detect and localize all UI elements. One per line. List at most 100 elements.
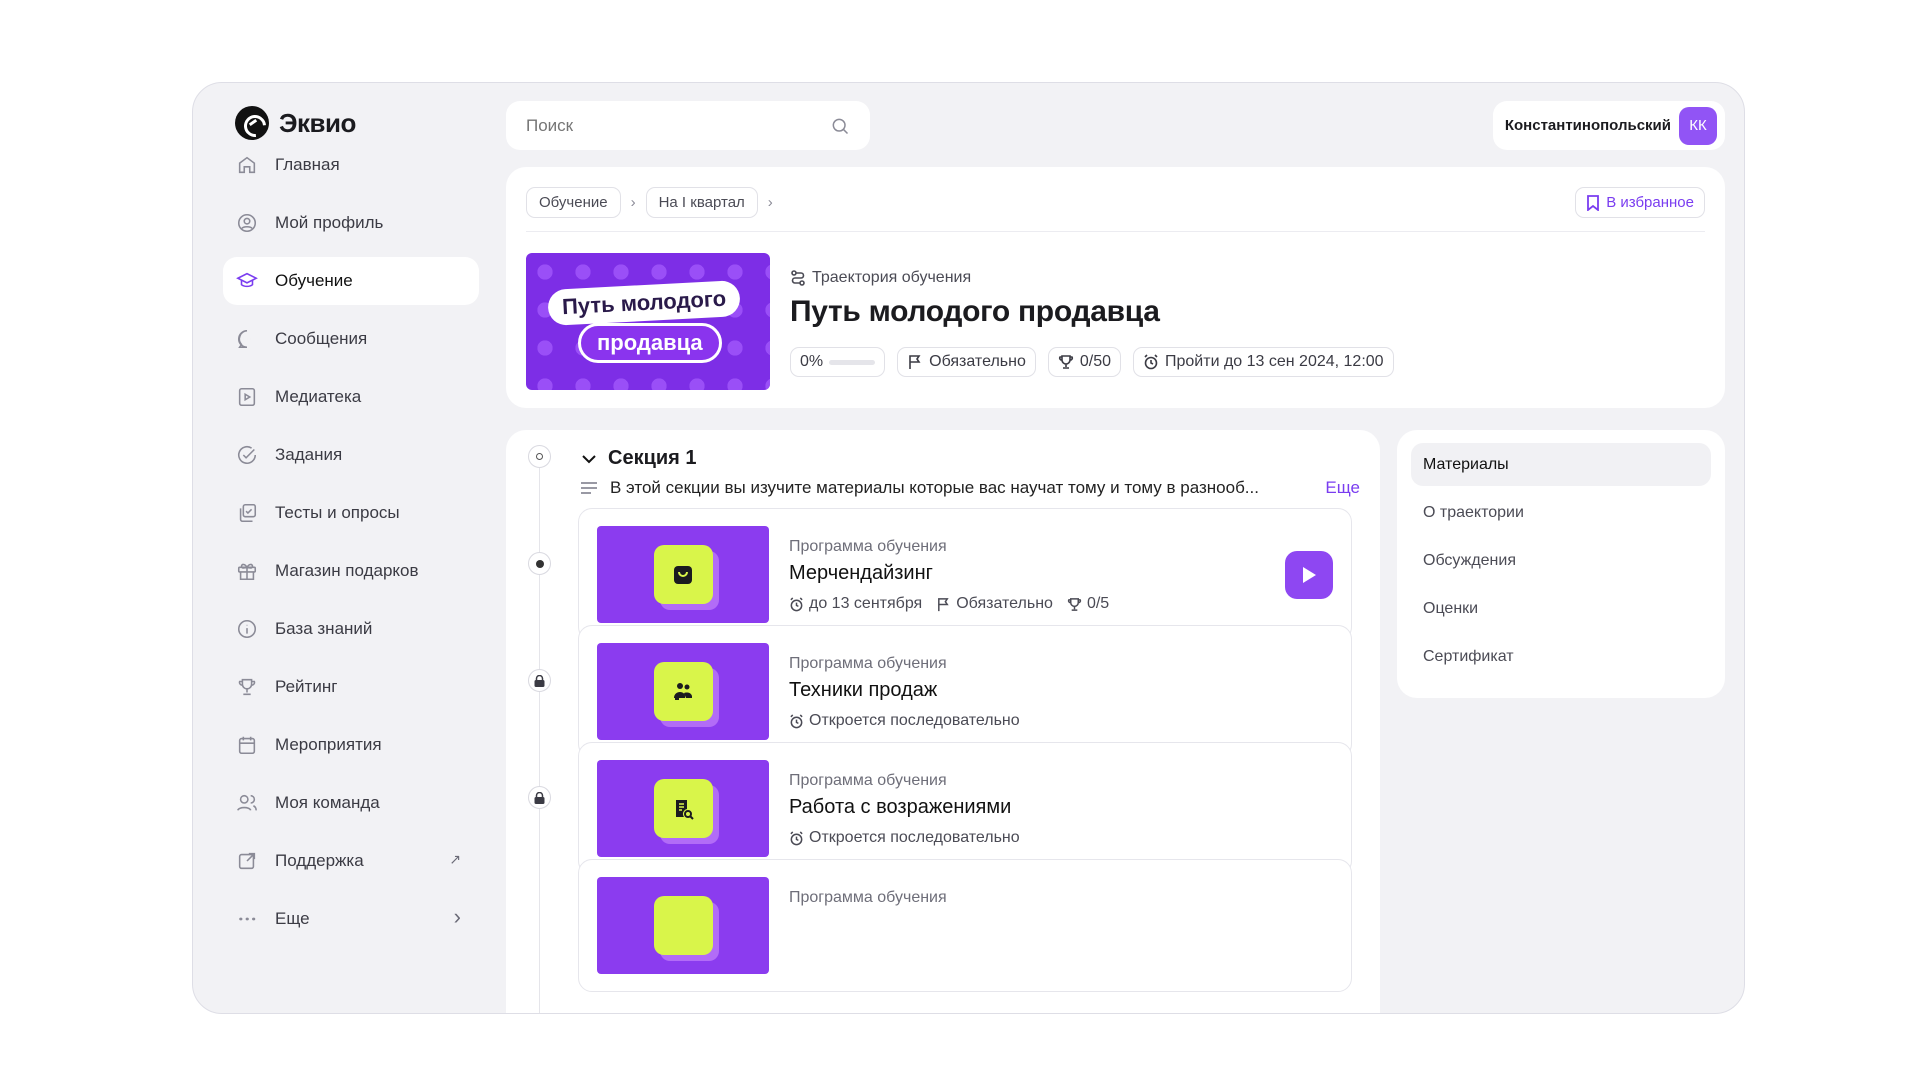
breadcrumb-separator-icon: › xyxy=(767,194,773,211)
program-thumbnail xyxy=(597,760,769,857)
sidebar-item-events[interactable]: Мероприятия xyxy=(223,721,479,769)
search-icon[interactable] xyxy=(830,116,850,136)
sidebar-item-label: Тесты и опросы xyxy=(275,503,400,522)
item-status: Откроется последовательно xyxy=(809,829,1020,846)
section-header[interactable]: Секция 1 xyxy=(582,447,697,470)
check-circle-icon xyxy=(235,443,259,467)
progress-text: 0% xyxy=(800,353,824,370)
logo-icon xyxy=(235,106,269,140)
program-thumbnail xyxy=(597,643,769,740)
trajectory-meta: 0% Обязательно 0/50 Пройти до 13 сен 202… xyxy=(790,347,1394,377)
app-window: Эквио Главная Мой профиль Обучение Сообщ… xyxy=(192,82,1745,1014)
breadcrumb-item[interactable]: Обучение xyxy=(526,187,621,218)
breadcrumb-item[interactable]: На I квартал xyxy=(645,187,758,218)
alarm-clock-icon xyxy=(790,830,803,845)
divider xyxy=(526,231,1705,232)
item-meta: Откроется последовательно xyxy=(789,829,1020,847)
item-title[interactable]: Работа с возражениями xyxy=(789,796,1011,819)
lock-icon xyxy=(528,669,551,692)
more-dots-icon xyxy=(235,907,259,931)
tab-materials[interactable]: Материалы xyxy=(1411,443,1711,486)
sidebar-item-media[interactable]: Медиатека xyxy=(223,373,479,421)
trajectory-tabs: Материалы О траектории Обсуждения Оценки… xyxy=(1397,430,1725,698)
play-square-icon xyxy=(235,385,259,409)
sidebar-item-support[interactable]: Поддержка ↗ xyxy=(223,837,479,885)
sidebar-item-rating[interactable]: Рейтинг xyxy=(223,663,479,711)
arrow-up-right-icon: ↗ xyxy=(449,851,461,867)
program-thumbnail xyxy=(597,526,769,623)
sidebar-item-label: Главная xyxy=(275,155,340,174)
chevron-down-icon[interactable] xyxy=(582,454,596,464)
tab-ratings[interactable]: Оценки xyxy=(1411,587,1711,630)
sidebar-item-tests[interactable]: Тесты и опросы xyxy=(223,489,479,537)
item-title[interactable]: Техники продаж xyxy=(789,679,937,702)
alarm-clock-icon xyxy=(790,596,803,611)
profile-icon xyxy=(235,211,259,235)
sidebar-item-profile[interactable]: Мой профиль xyxy=(223,199,479,247)
sidebar-item-home[interactable]: Главная xyxy=(223,141,479,189)
play-button[interactable] xyxy=(1285,551,1333,599)
info-icon xyxy=(235,617,259,641)
document-search-icon xyxy=(676,799,694,820)
sidebar-item-gift-shop[interactable]: Магазин подарков xyxy=(223,547,479,595)
people-icon xyxy=(674,682,692,700)
item-required: Обязательно xyxy=(956,595,1053,612)
list-item[interactable]: Программа обучения Работа с возражениями… xyxy=(578,742,1352,875)
trophy-icon xyxy=(235,675,259,699)
trajectory-kind-label: Траектория обучения xyxy=(812,269,972,286)
search-bar[interactable] xyxy=(506,101,870,150)
sidebar-item-more[interactable]: Еще › xyxy=(223,895,479,943)
tests-icon xyxy=(235,501,259,525)
sidebar-item-label: Задания xyxy=(275,445,343,464)
sidebar-item-knowledge-base[interactable]: База знаний xyxy=(223,605,479,653)
graduation-cap-icon xyxy=(235,269,259,293)
item-kind: Программа обучения xyxy=(789,655,947,672)
list-item[interactable]: Программа обучения Мерчендайзинг до 13 с… xyxy=(578,508,1352,641)
timeline-rail xyxy=(539,468,540,1013)
chevron-right-icon: › xyxy=(453,904,461,929)
flag-icon xyxy=(938,597,949,611)
sidebar-item-team[interactable]: Моя команда xyxy=(223,779,479,827)
app-logo[interactable]: Эквио xyxy=(235,106,356,140)
sidebar-item-messages[interactable]: Сообщения xyxy=(223,315,479,363)
tab-certificate[interactable]: Сертификат xyxy=(1411,635,1711,678)
tab-about[interactable]: О траектории xyxy=(1411,491,1711,534)
list-item[interactable]: Программа обучения xyxy=(578,859,1352,992)
section-title: Секция 1 xyxy=(608,447,697,469)
show-more-link[interactable]: Еще xyxy=(1325,478,1360,498)
sidebar-item-learning[interactable]: Обучение xyxy=(223,257,479,305)
item-kind: Программа обучения xyxy=(789,538,947,555)
alarm-clock-icon xyxy=(790,713,803,728)
search-input[interactable] xyxy=(526,115,806,136)
sidebar-item-tasks[interactable]: Задания xyxy=(223,431,479,479)
sidebar-item-label: Медиатека xyxy=(275,387,362,406)
item-title[interactable]: Мерчендайзинг xyxy=(789,562,933,585)
alarm-clock-icon xyxy=(1144,354,1158,370)
chat-icon xyxy=(235,327,259,351)
section-description: В этой секции вы изучите материалы котор… xyxy=(580,478,1360,498)
item-score: 0/5 xyxy=(1086,595,1110,612)
sidebar: Главная Мой профиль Обучение Сообщения М… xyxy=(223,141,479,953)
breadcrumb-separator-icon: › xyxy=(630,194,636,211)
required-label: Обязательно xyxy=(929,353,1026,370)
add-to-favorites-button[interactable]: В избранное xyxy=(1575,187,1705,218)
item-kind: Программа обучения xyxy=(789,772,947,789)
shopping-bag-icon xyxy=(674,565,692,584)
tab-discussions[interactable]: Обсуждения xyxy=(1411,539,1711,582)
sidebar-item-label: Еще xyxy=(275,909,310,928)
text-lines-icon xyxy=(581,482,597,494)
sidebar-item-label: Магазин подарков xyxy=(275,561,419,580)
app-name: Эквио xyxy=(279,107,356,138)
sidebar-item-label: Сообщения xyxy=(275,329,368,348)
avatar[interactable]: КК xyxy=(1679,106,1717,145)
home-icon xyxy=(235,153,259,177)
team-icon xyxy=(235,791,259,815)
progress-bar xyxy=(829,359,876,365)
user-menu[interactable]: Константинопольский КК xyxy=(1493,101,1725,150)
list-item[interactable]: Программа обучения Техники продаж Открое… xyxy=(578,625,1352,758)
lock-icon xyxy=(528,786,551,809)
trophy-icon xyxy=(1058,355,1073,369)
sidebar-item-label: Поддержка xyxy=(275,851,364,870)
score-label: 0/50 xyxy=(1079,353,1111,370)
item-kind: Программа обучения xyxy=(789,889,947,906)
